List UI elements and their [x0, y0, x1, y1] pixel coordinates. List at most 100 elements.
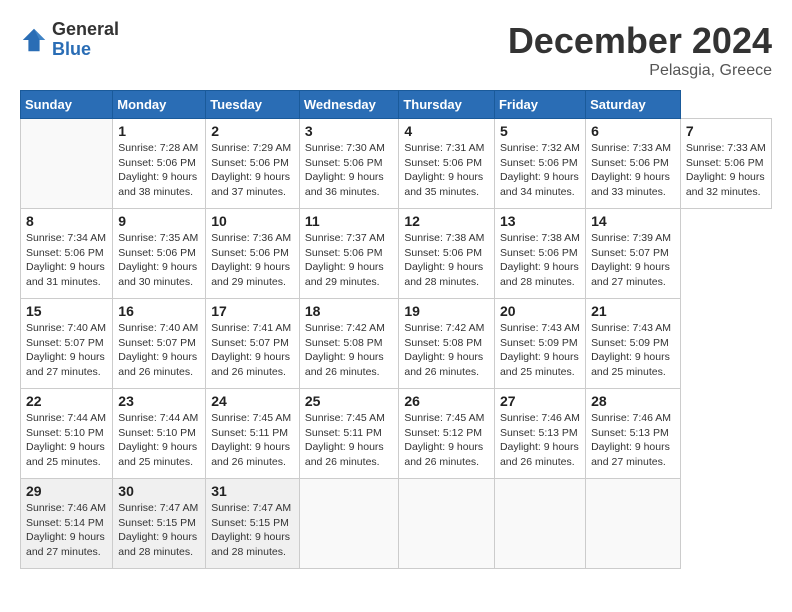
- calendar-day-11: 11 Sunrise: 7:37 AMSunset: 5:06 PMDayligh…: [299, 209, 399, 299]
- day-info: Sunrise: 7:38 AMSunset: 5:06 PMDaylight:…: [500, 231, 580, 290]
- column-header-friday: Friday: [494, 91, 585, 119]
- day-info: Sunrise: 7:42 AMSunset: 5:08 PMDaylight:…: [305, 321, 394, 380]
- calendar-day-27: 27Sunrise: 7:46 AMSunset: 5:13 PMDayligh…: [494, 389, 585, 479]
- calendar-day-24: 24 Sunrise: 7:45 AMSunset: 5:11 PMDayligh…: [206, 389, 300, 479]
- day-info: Sunrise: 7:31 AMSunset: 5:06 PMDaylight:…: [404, 141, 489, 200]
- day-number: 15: [26, 303, 107, 319]
- empty-cell: [399, 479, 495, 569]
- location-text: Pelasgia, Greece: [508, 62, 772, 80]
- day-info: Sunrise: 7:45 AMSunset: 5:12 PMDaylight:…: [404, 411, 489, 470]
- calendar-day-22: 22 Sunrise: 7:44 AMSunset: 5:10 PMDayligh…: [21, 389, 113, 479]
- calendar-day-26: 26 Sunrise: 7:45 AMSunset: 5:12 PMDayligh…: [399, 389, 495, 479]
- calendar-day-10: 10Sunrise: 7:36 AMSunset: 5:06 PMDayligh…: [206, 209, 300, 299]
- day-number: 16: [118, 303, 200, 319]
- day-number: 27: [500, 393, 580, 409]
- day-info: Sunrise: 7:28 AMSunset: 5:06 PMDaylight:…: [118, 141, 200, 200]
- calendar-day-19: 19 Sunrise: 7:42 AMSunset: 5:08 PMDayligh…: [399, 299, 495, 389]
- empty-cell: [494, 479, 585, 569]
- title-block: December 2024 Pelasgia, Greece: [508, 20, 772, 80]
- calendar-day-9: 9 Sunrise: 7:35 AMSunset: 5:06 PMDaylight…: [113, 209, 206, 299]
- calendar-week-3: 15 Sunrise: 7:40 AMSunset: 5:07 PMDayligh…: [21, 299, 772, 389]
- day-number: 11: [305, 213, 394, 229]
- day-number: 7: [686, 123, 766, 139]
- calendar-day-29: 29 Sunrise: 7:46 AMSunset: 5:14 PMDayligh…: [21, 479, 113, 569]
- day-info: Sunrise: 7:34 AMSunset: 5:06 PMDaylight:…: [26, 231, 107, 290]
- day-number: 20: [500, 303, 580, 319]
- calendar-week-4: 22 Sunrise: 7:44 AMSunset: 5:10 PMDayligh…: [21, 389, 772, 479]
- day-number: 5: [500, 123, 580, 139]
- column-header-saturday: Saturday: [586, 91, 681, 119]
- day-number: 25: [305, 393, 394, 409]
- empty-cell: [586, 479, 681, 569]
- month-title: December 2024: [508, 20, 772, 62]
- day-info: Sunrise: 7:42 AMSunset: 5:08 PMDaylight:…: [404, 321, 489, 380]
- day-number: 8: [26, 213, 107, 229]
- calendar-week-5: 29 Sunrise: 7:46 AMSunset: 5:14 PMDayligh…: [21, 479, 772, 569]
- calendar-day-17: 17 Sunrise: 7:41 AMSunset: 5:07 PMDayligh…: [206, 299, 300, 389]
- calendar-day-14: 14Sunrise: 7:39 AMSunset: 5:07 PMDayligh…: [586, 209, 681, 299]
- calendar-day-28: 28 Sunrise: 7:46 AMSunset: 5:13 PMDayligh…: [586, 389, 681, 479]
- day-info: Sunrise: 7:46 AMSunset: 5:14 PMDaylight:…: [26, 501, 107, 560]
- day-number: 3: [305, 123, 394, 139]
- calendar-day-6: 6 Sunrise: 7:33 AMSunset: 5:06 PMDaylight…: [586, 119, 681, 209]
- calendar-day-18: 18Sunrise: 7:42 AMSunset: 5:08 PMDayligh…: [299, 299, 399, 389]
- column-header-monday: Monday: [113, 91, 206, 119]
- day-info: Sunrise: 7:35 AMSunset: 5:06 PMDaylight:…: [118, 231, 200, 290]
- day-info: Sunrise: 7:40 AMSunset: 5:07 PMDaylight:…: [26, 321, 107, 380]
- day-number: 24: [211, 393, 294, 409]
- calendar-day-12: 12Sunrise: 7:38 AMSunset: 5:06 PMDayligh…: [399, 209, 495, 299]
- day-info: Sunrise: 7:41 AMSunset: 5:07 PMDaylight:…: [211, 321, 294, 380]
- day-number: 6: [591, 123, 675, 139]
- day-number: 4: [404, 123, 489, 139]
- logo-icon: [20, 26, 48, 54]
- day-info: Sunrise: 7:33 AMSunset: 5:06 PMDaylight:…: [591, 141, 675, 200]
- day-info: Sunrise: 7:37 AMSunset: 5:06 PMDaylight:…: [305, 231, 394, 290]
- calendar-day-1: 1Sunrise: 7:28 AMSunset: 5:06 PMDaylight…: [113, 119, 206, 209]
- day-number: 13: [500, 213, 580, 229]
- day-number: 2: [211, 123, 294, 139]
- day-info: Sunrise: 7:45 AMSunset: 5:11 PMDaylight:…: [305, 411, 394, 470]
- calendar-day-13: 13 Sunrise: 7:38 AMSunset: 5:06 PMDayligh…: [494, 209, 585, 299]
- day-info: Sunrise: 7:45 AMSunset: 5:11 PMDaylight:…: [211, 411, 294, 470]
- day-info: Sunrise: 7:38 AMSunset: 5:06 PMDaylight:…: [404, 231, 489, 290]
- calendar-week-2: 8 Sunrise: 7:34 AMSunset: 5:06 PMDaylight…: [21, 209, 772, 299]
- day-info: Sunrise: 7:40 AMSunset: 5:07 PMDaylight:…: [118, 321, 200, 380]
- day-number: 22: [26, 393, 107, 409]
- calendar-day-4: 4 Sunrise: 7:31 AMSunset: 5:06 PMDaylight…: [399, 119, 495, 209]
- calendar-table: SundayMondayTuesdayWednesdayThursdayFrid…: [20, 90, 772, 569]
- day-number: 28: [591, 393, 675, 409]
- day-number: 21: [591, 303, 675, 319]
- day-number: 19: [404, 303, 489, 319]
- calendar-day-2: 2Sunrise: 7:29 AMSunset: 5:06 PMDaylight…: [206, 119, 300, 209]
- day-number: 9: [118, 213, 200, 229]
- day-info: Sunrise: 7:44 AMSunset: 5:10 PMDaylight:…: [118, 411, 200, 470]
- day-number: 30: [118, 483, 200, 499]
- day-info: Sunrise: 7:39 AMSunset: 5:07 PMDaylight:…: [591, 231, 675, 290]
- calendar-day-16: 16 Sunrise: 7:40 AMSunset: 5:07 PMDayligh…: [113, 299, 206, 389]
- day-info: Sunrise: 7:44 AMSunset: 5:10 PMDaylight:…: [26, 411, 107, 470]
- day-number: 17: [211, 303, 294, 319]
- calendar-day-5: 5 Sunrise: 7:32 AMSunset: 5:06 PMDaylight…: [494, 119, 585, 209]
- day-number: 29: [26, 483, 107, 499]
- day-info: Sunrise: 7:46 AMSunset: 5:13 PMDaylight:…: [591, 411, 675, 470]
- logo: General Blue: [20, 20, 119, 60]
- calendar-day-25: 25 Sunrise: 7:45 AMSunset: 5:11 PMDayligh…: [299, 389, 399, 479]
- day-number: 31: [211, 483, 294, 499]
- day-info: Sunrise: 7:36 AMSunset: 5:06 PMDaylight:…: [211, 231, 294, 290]
- calendar-day-30: 30Sunrise: 7:47 AMSunset: 5:15 PMDayligh…: [113, 479, 206, 569]
- column-header-tuesday: Tuesday: [206, 91, 300, 119]
- calendar-day-21: 21Sunrise: 7:43 AMSunset: 5:09 PMDayligh…: [586, 299, 681, 389]
- day-number: 23: [118, 393, 200, 409]
- calendar-day-23: 23 Sunrise: 7:44 AMSunset: 5:10 PMDayligh…: [113, 389, 206, 479]
- calendar-day-3: 3Sunrise: 7:30 AMSunset: 5:06 PMDaylight…: [299, 119, 399, 209]
- page-header: General Blue December 2024 Pelasgia, Gre…: [20, 20, 772, 80]
- calendar-day-7: 7Sunrise: 7:33 AMSunset: 5:06 PMDaylight…: [680, 119, 771, 209]
- day-info: Sunrise: 7:47 AMSunset: 5:15 PMDaylight:…: [211, 501, 294, 560]
- calendar-day-20: 20 Sunrise: 7:43 AMSunset: 5:09 PMDayligh…: [494, 299, 585, 389]
- day-info: Sunrise: 7:43 AMSunset: 5:09 PMDaylight:…: [500, 321, 580, 380]
- day-info: Sunrise: 7:32 AMSunset: 5:06 PMDaylight:…: [500, 141, 580, 200]
- logo-text: General Blue: [52, 20, 119, 60]
- calendar-week-1: 1Sunrise: 7:28 AMSunset: 5:06 PMDaylight…: [21, 119, 772, 209]
- calendar-day-15: 15 Sunrise: 7:40 AMSunset: 5:07 PMDayligh…: [21, 299, 113, 389]
- day-number: 26: [404, 393, 489, 409]
